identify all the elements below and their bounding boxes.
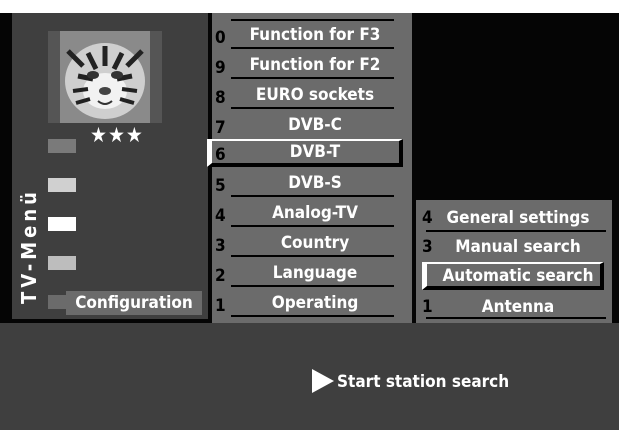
submenu-item-manual-search[interactable]: 3 Manual search [416, 233, 612, 262]
menu-top-line [231, 19, 394, 21]
submenu-item-general-settings[interactable]: 4 General settings [416, 204, 612, 233]
submenu-item-automatic-search[interactable]: Automatic search [416, 262, 612, 291]
menu-item-dvb-t[interactable]: 6 DVB-T [207, 139, 412, 168]
submenu-item-number: 1 [422, 297, 433, 317]
menu-item-number: 0 [215, 28, 226, 48]
submenu-item-label: Manual search [455, 237, 581, 257]
menu-item-analog-tv[interactable]: 4 Analog-TV [212, 200, 412, 229]
menu-swatch-2[interactable] [48, 178, 76, 192]
menu-item-number: 6 [215, 145, 226, 165]
submenu-item-number: 3 [422, 237, 433, 257]
menu-item-label: Analog-TV [272, 203, 358, 223]
submenu-panel: 4 General settings 3 Manual search Autom… [416, 200, 612, 327]
menu-item-number: 3 [215, 236, 226, 256]
play-arrow-icon[interactable] [312, 369, 334, 393]
submenu-item-label: Automatic search [442, 266, 594, 286]
tv-screen: ★★★ TV-Menü Configuration 0 Function for… [0, 0, 619, 430]
menu-item-label: DVB-C [288, 115, 342, 135]
menu-item-euro-sockets[interactable]: 8 EURO sockets [212, 82, 412, 111]
rating-stars: ★★★ [90, 123, 144, 147]
menu-item-label: Operating [271, 293, 359, 313]
menu-item-number: 9 [215, 58, 226, 78]
menu-item-label: DVB-T [289, 142, 341, 162]
menu-item-function-f2[interactable]: 9 Function for F2 [212, 52, 412, 81]
top-bar-left [0, 0, 381, 13]
submenu-item-antenna[interactable]: 1 Antenna [416, 293, 612, 322]
top-bar-right [381, 0, 619, 13]
start-station-search-button[interactable]: Start station search [337, 370, 567, 394]
left-panel: ★★★ TV-Menü [12, 13, 208, 319]
menu-item-label: DVB-S [288, 173, 342, 193]
tv-menu-vertical-title: TV-Menü [17, 188, 41, 304]
menu-item-function-f3[interactable]: 0 Function for F3 [212, 22, 412, 51]
menu-item-language[interactable]: 2 Language [212, 260, 412, 289]
menu-item-label: Function for F3 [249, 25, 381, 45]
menu-item-label: Language [272, 263, 358, 283]
menu-item-dvb-s[interactable]: 5 DVB-S [212, 170, 412, 199]
menu-item-number: 4 [215, 206, 226, 226]
menu-item-label: Function for F2 [249, 55, 381, 75]
menu-item-label: EURO sockets [255, 85, 375, 105]
submenu-item-label: Antenna [481, 297, 555, 317]
menu-item-number: 8 [215, 88, 226, 108]
menu-item-number: 2 [215, 266, 226, 286]
menu-item-number: 7 [215, 118, 226, 138]
center-menu: 0 Function for F3 9 Function for F2 8 EU… [207, 13, 412, 327]
menu-swatch-3[interactable] [48, 217, 76, 231]
menu-item-number: 1 [215, 296, 226, 316]
menu-item-country[interactable]: 3 Country [212, 230, 412, 259]
tiger-thumbnail-icon [48, 31, 162, 123]
menu-item-label: Country [280, 233, 350, 253]
submenu-item-number: 4 [422, 208, 433, 228]
menu-swatch-1[interactable] [48, 139, 76, 153]
menu-item-number: 5 [215, 176, 226, 196]
submenu-item-label: General settings [446, 208, 590, 228]
menu-item-operating[interactable]: 1 Operating [212, 290, 412, 319]
menu-item-dvb-c[interactable]: 7 DVB-C [212, 112, 412, 141]
menu-swatch-4[interactable] [48, 256, 76, 270]
configuration-item[interactable]: Configuration [66, 291, 202, 315]
